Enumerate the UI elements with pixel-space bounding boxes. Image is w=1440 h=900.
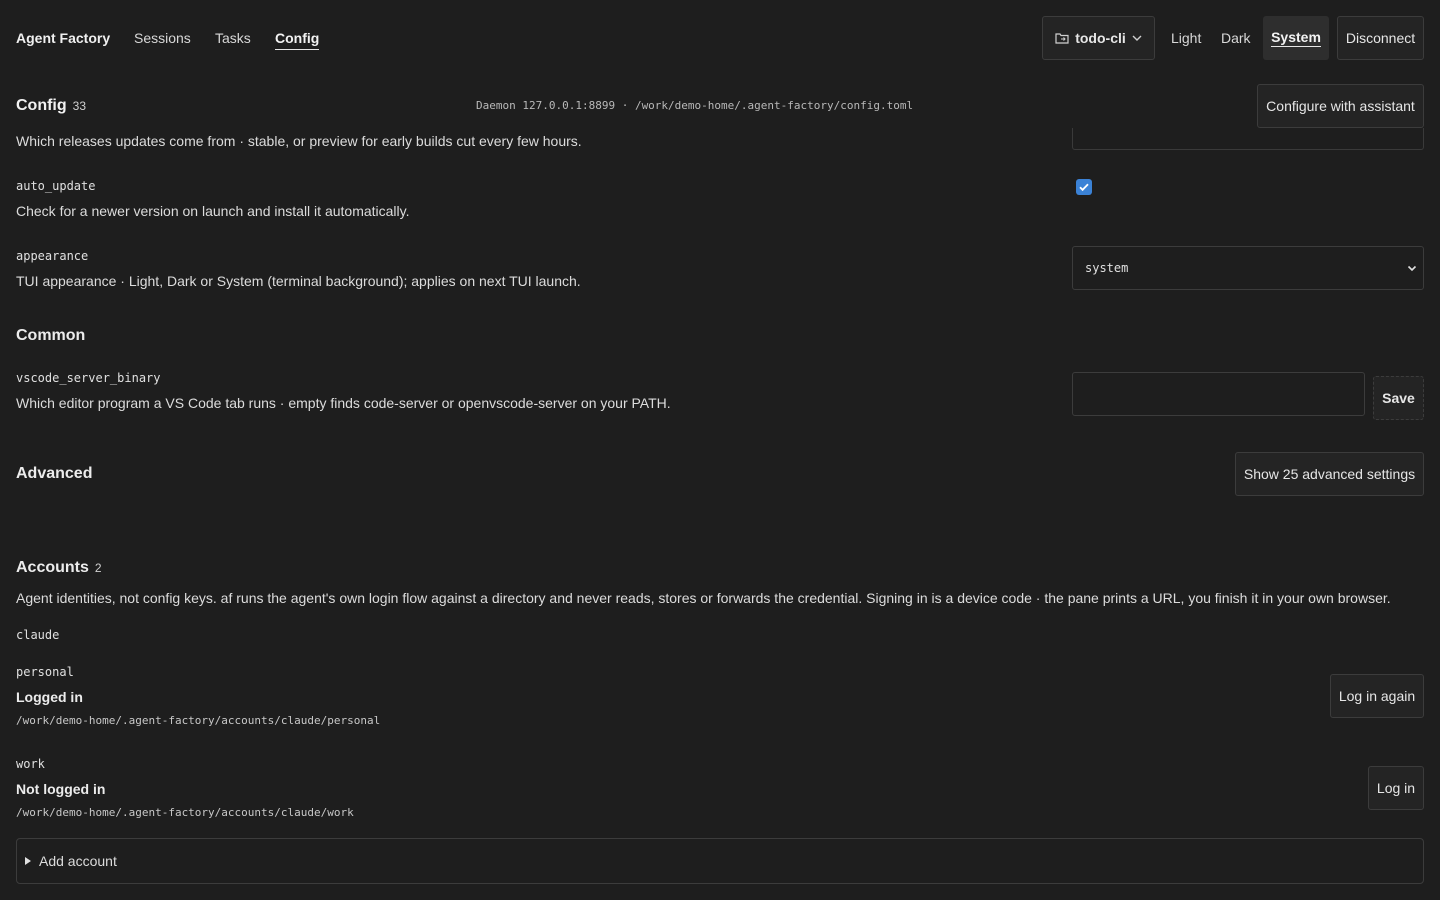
log-in-button[interactable]: Log in <box>1368 766 1424 810</box>
theme-system[interactable]: System <box>1263 16 1329 60</box>
config-title: Config 33 <box>16 97 86 115</box>
account-name: work <box>16 757 45 771</box>
account-path: /work/demo-home/.agent-factory/accounts/… <box>16 714 381 727</box>
show-advanced-button[interactable]: Show 25 advanced settings <box>1235 452 1424 496</box>
theme-system-label: System <box>1271 29 1321 47</box>
appearance-key: appearance <box>16 249 89 263</box>
appearance-value: system <box>1085 261 1129 275</box>
vscode-binary-input[interactable] <box>1072 372 1365 416</box>
chevron-down-icon <box>1407 262 1417 276</box>
project-name: todo-cli <box>1075 30 1126 46</box>
accounts-title-text: Accounts <box>16 559 89 576</box>
accounts-title: Accounts 2 <box>16 559 102 577</box>
triangle-right-icon <box>25 857 31 865</box>
channel-select[interactable] <box>1072 128 1424 150</box>
theme-light[interactable]: Light <box>1171 30 1201 46</box>
check-icon <box>1079 183 1089 192</box>
daemon-info: Daemon 127.0.0.1:8899 · /work/demo-home/… <box>476 99 914 112</box>
section-common: Common <box>16 327 86 344</box>
section-advanced: Advanced <box>16 465 93 482</box>
account-status: Logged in <box>16 689 83 705</box>
appearance-select[interactable]: system <box>1072 246 1424 290</box>
vscode-description: Which editor program a VS Code tab runs … <box>16 395 671 411</box>
chevron-down-icon <box>1132 34 1142 42</box>
account-path: /work/demo-home/.agent-factory/accounts/… <box>16 806 354 819</box>
account-status: Not logged in <box>16 781 106 797</box>
account-name: personal <box>16 665 74 679</box>
top-nav: Agent Factory Sessions Tasks Config todo… <box>0 0 1440 76</box>
disconnect-button[interactable]: Disconnect <box>1337 16 1424 60</box>
save-button[interactable]: Save <box>1373 376 1424 420</box>
log-in-again-button[interactable]: Log in again <box>1330 674 1424 718</box>
configure-assistant-button[interactable]: Configure with assistant <box>1257 84 1424 128</box>
config-title-text: Config <box>16 97 67 114</box>
auto-update-checkbox[interactable] <box>1076 179 1092 195</box>
theme-dark[interactable]: Dark <box>1221 30 1251 46</box>
nav-config[interactable]: Config <box>275 30 320 50</box>
auto-update-key: auto_update <box>16 179 96 193</box>
project-selector[interactable]: todo-cli <box>1042 16 1155 60</box>
accounts-description: Agent identities, not config keys. af ru… <box>16 590 1391 606</box>
add-account-label: Add account <box>39 853 117 869</box>
folder-link-icon <box>1055 32 1069 44</box>
channel-description: Which releases updates come from · stabl… <box>16 133 582 149</box>
brand-title[interactable]: Agent Factory <box>16 30 110 46</box>
add-account-disclosure[interactable]: Add account <box>16 838 1424 884</box>
agent-name: claude <box>16 628 60 642</box>
vscode-key: vscode_server_binary <box>16 371 161 385</box>
nav-tasks[interactable]: Tasks <box>215 30 251 46</box>
auto-update-description: Check for a newer version on launch and … <box>16 203 410 219</box>
appearance-description: TUI appearance · Light, Dark or System (… <box>16 273 581 289</box>
config-count: 33 <box>72 99 87 113</box>
nav-sessions[interactable]: Sessions <box>134 30 191 46</box>
accounts-count: 2 <box>94 561 102 575</box>
